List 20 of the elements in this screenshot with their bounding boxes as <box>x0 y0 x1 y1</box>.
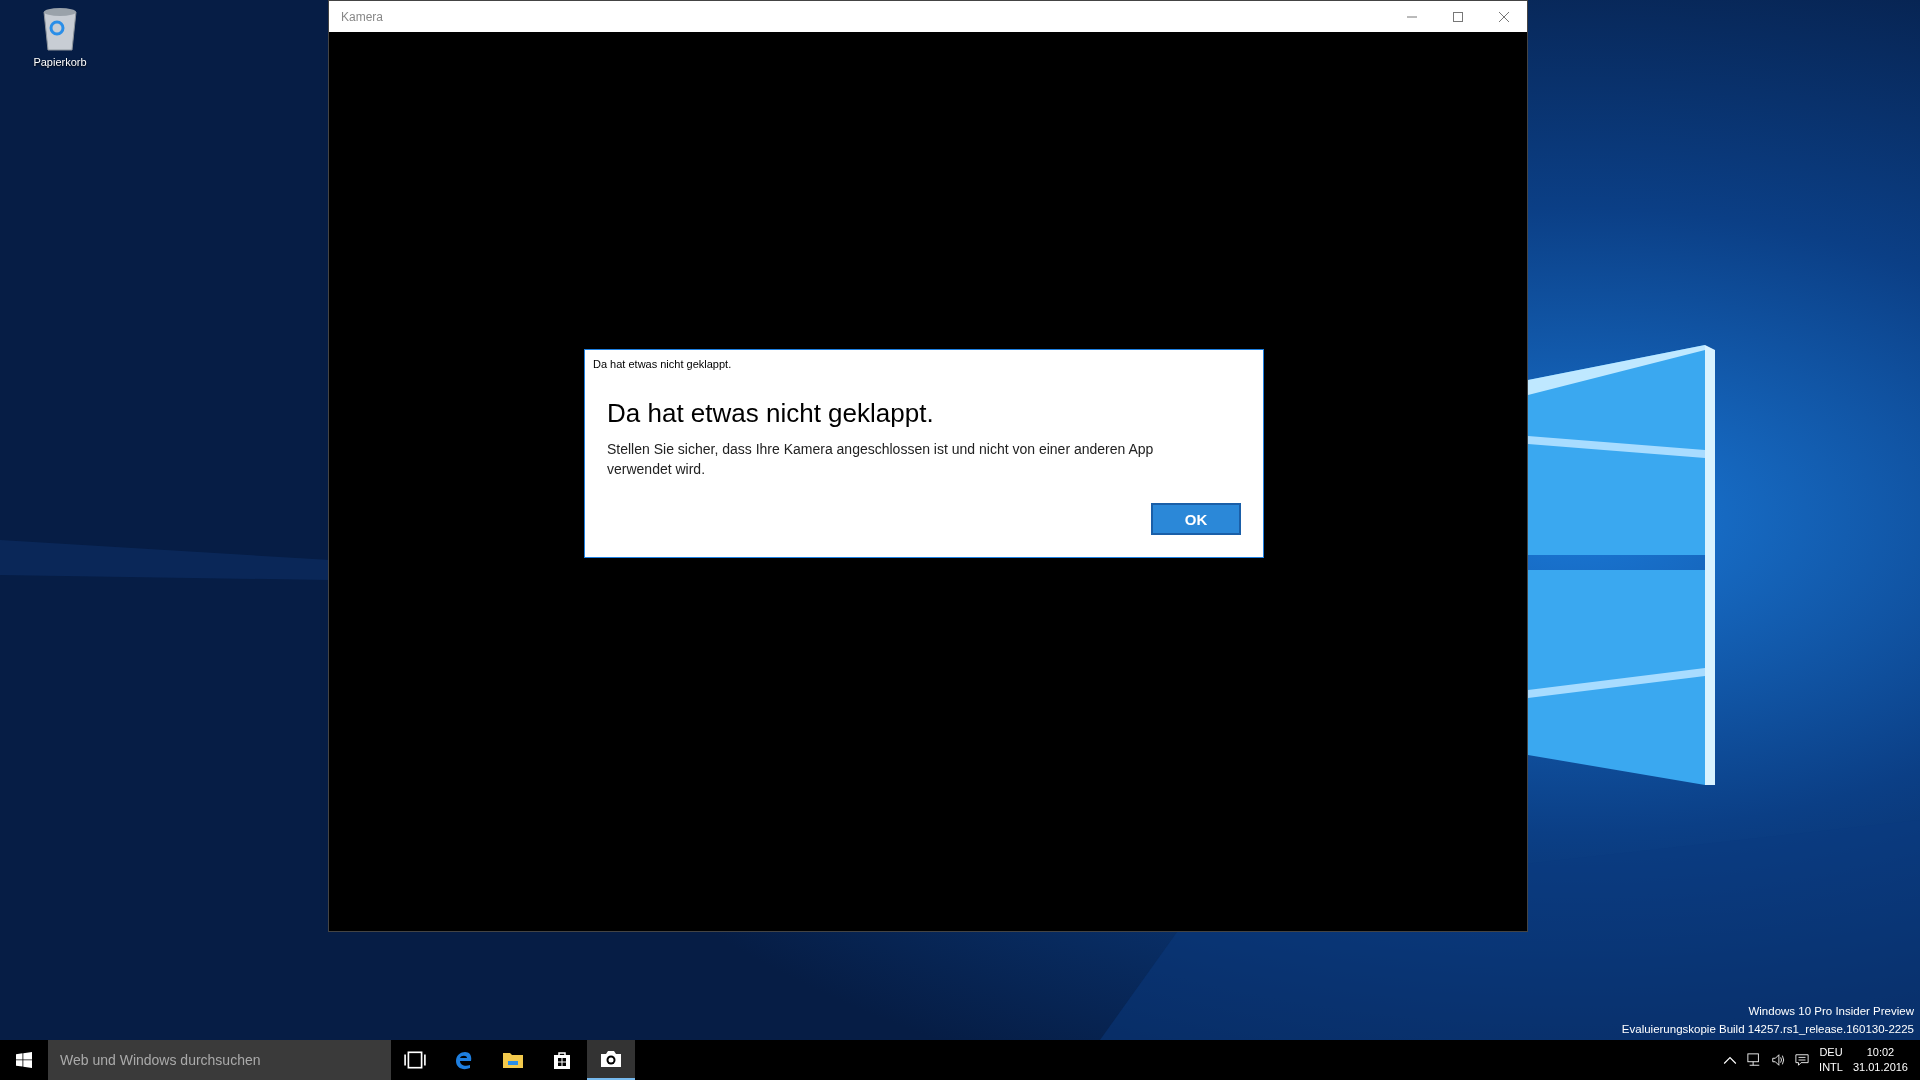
dialog-message: Stellen Sie sicher, dass Ihre Kamera angeschlossen ist und nicht von einer anderen App verwendet wird. <box>607 440 1155 479</box>
taskbar-app-button[interactable] <box>587 1040 635 1080</box>
build-info-text: Windows 10 Pro Insider Preview <box>1748 1004 1914 1019</box>
search-field[interactable]: Web und Windows durchsuchen <box>48 1040 391 1080</box>
camera-icon <box>600 1049 622 1069</box>
dialog-heading: Da hat etwas nicht geklappt. <box>607 398 935 429</box>
recycle-bin-icon[interactable] <box>40 6 80 52</box>
clock-button[interactable]: 10:02 31.01.2016 <box>1852 1045 1908 1075</box>
dialog-caption: Da hat etwas nicht geklappt. <box>593 358 733 370</box>
shopping-bag-icon <box>551 1050 573 1070</box>
window-title: Kamera <box>341 9 384 24</box>
input-language-button[interactable]: DEU INTL <box>1819 1045 1843 1075</box>
ok-button[interactable]: OK <box>1151 503 1241 535</box>
network-icon[interactable] <box>1747 1053 1762 1067</box>
speaker-icon[interactable] <box>1771 1053 1786 1067</box>
recycle-bin-label[interactable]: Papierkorb <box>33 56 87 68</box>
task-view-icon <box>404 1050 426 1070</box>
build-info-text: Evaluierungskopie Build 14257.rs1_release.160130-2225 <box>1621 1022 1914 1037</box>
folder-icon <box>502 1050 524 1070</box>
notification-icon[interactable] <box>1795 1053 1810 1067</box>
